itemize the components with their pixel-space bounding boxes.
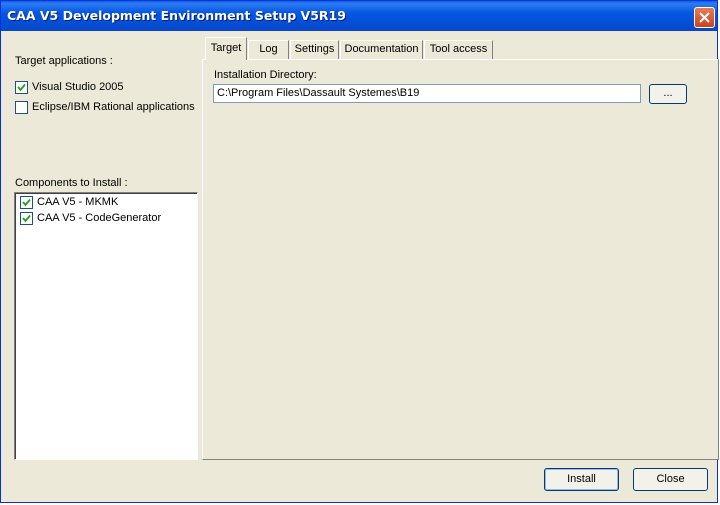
tab-target[interactable]: Target [205,37,247,60]
close-button[interactable]: Close [633,468,708,491]
eclipse-label[interactable]: Eclipse/IBM Rational applications [32,101,195,113]
close-icon [699,12,710,23]
installation-directory-input[interactable]: C:\Program Files\Dassault Systemes\B19 [213,84,641,103]
installation-directory-label: Installation Directory: [214,69,317,81]
window-title: CAA V5 Development Environment Setup V5R… [7,8,346,23]
checkmark-icon [22,214,31,223]
target-applications-label: Target applications : [15,55,113,67]
install-button[interactable]: Install [544,468,619,491]
mkmk-checkbox[interactable] [20,196,33,209]
visual-studio-checkbox[interactable] [15,81,28,94]
target-tab-panel [202,59,719,460]
list-item-codegenerator[interactable]: CAA V5 - CodeGenerator [37,212,161,224]
window-close-button[interactable] [694,7,715,28]
visual-studio-label[interactable]: Visual Studio 2005 [32,81,124,93]
tab-documentation[interactable]: Documentation [340,40,423,59]
eclipse-checkbox[interactable] [15,101,28,114]
list-item-mkmk[interactable]: CAA V5 - MKMK [37,196,118,208]
title-bar[interactable]: CAA V5 Development Environment Setup V5R… [1,1,717,31]
components-list[interactable]: CAA V5 - MKMK CAA V5 - CodeGenerator [14,192,198,460]
setup-window: CAA V5 Development Environment Setup V5R… [0,0,719,503]
codegenerator-checkbox[interactable] [20,212,33,225]
browse-button[interactable]: ... [649,84,687,104]
tab-settings[interactable]: Settings [290,40,339,59]
checkmark-icon [22,198,31,207]
checkmark-icon [17,83,26,92]
components-label: Components to Install : [15,177,128,189]
tab-log[interactable]: Log [248,40,289,59]
tab-tool-access[interactable]: Tool access [424,40,493,59]
